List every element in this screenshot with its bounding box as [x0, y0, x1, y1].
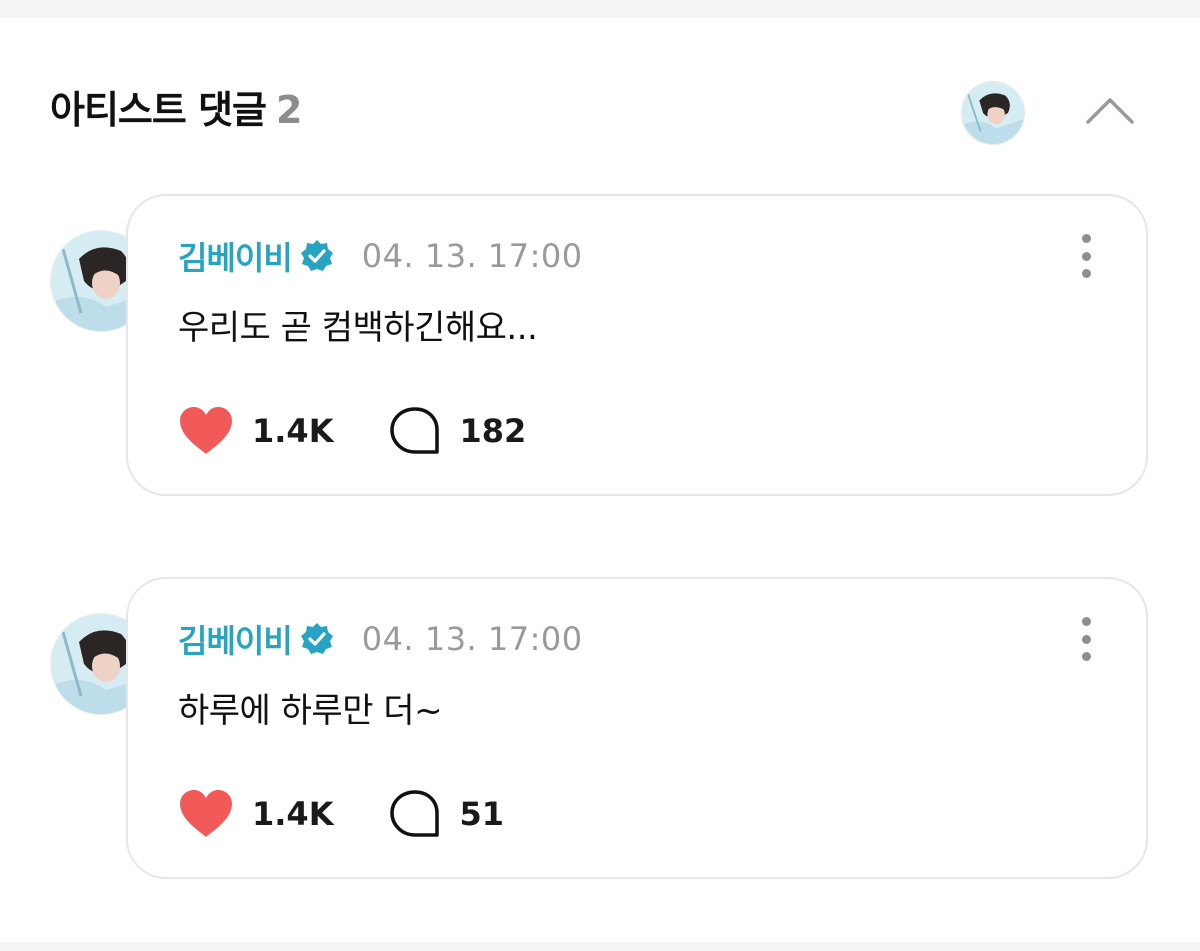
chevron-up-icon: [1086, 98, 1134, 124]
comment-text: 우리도 곧 컴백하긴해요...: [178, 308, 538, 348]
comment-count: 2: [276, 88, 302, 132]
avatar-photo-icon: [962, 82, 1024, 144]
section-title: 아티스트 댓글 2: [50, 84, 302, 136]
like-button[interactable]: 1.4K: [178, 789, 333, 839]
collapse-button[interactable]: [1080, 88, 1140, 132]
speech-bubble-icon: [390, 790, 440, 837]
more-options-button[interactable]: [1074, 234, 1098, 278]
reply-button[interactable]: 51: [389, 789, 504, 839]
heart-icon: [180, 407, 232, 454]
author-name[interactable]: 김베이비: [178, 233, 293, 279]
heart-icon: [180, 790, 232, 837]
comment-stats: 1.4K 182: [178, 404, 526, 458]
verified-badge-icon: [300, 240, 333, 271]
reply-count: 51: [459, 795, 505, 833]
comment-card: 김베이비 04. 13. 17:00 하루에 하루만 더~ 1.4K 51: [126, 577, 1148, 879]
reply-count: 182: [459, 412, 527, 450]
more-options-button[interactable]: [1074, 617, 1098, 661]
comment-timestamp: 04. 13. 17:00: [361, 237, 583, 275]
section-title-label: 아티스트 댓글: [50, 88, 267, 132]
dot-icon: [1081, 634, 1091, 644]
comment-header: 김베이비 04. 13. 17:00: [178, 232, 583, 280]
like-count: 1.4K: [252, 412, 334, 450]
like-button[interactable]: 1.4K: [178, 406, 333, 456]
author-name[interactable]: 김베이비: [178, 616, 293, 662]
reply-button[interactable]: 182: [389, 406, 526, 456]
comment-header: 김베이비 04. 13. 17:00: [178, 615, 583, 663]
comment-text: 하루에 하루만 더~: [178, 691, 443, 731]
dot-icon: [1081, 269, 1091, 278]
artist-avatar-small[interactable]: [961, 81, 1025, 145]
comment-card: 김베이비 04. 13. 17:00 우리도 곧 컴백하긴해요... 1.4K …: [126, 194, 1148, 496]
comment-timestamp: 04. 13. 17:00: [361, 620, 583, 658]
dot-icon: [1081, 652, 1091, 661]
comment-stats: 1.4K 51: [178, 787, 504, 841]
speech-bubble-icon: [390, 407, 440, 454]
dot-icon: [1081, 617, 1091, 626]
verified-badge-icon: [300, 623, 333, 654]
like-count: 1.4K: [252, 795, 334, 833]
dot-icon: [1081, 234, 1091, 243]
dot-icon: [1081, 251, 1091, 261]
